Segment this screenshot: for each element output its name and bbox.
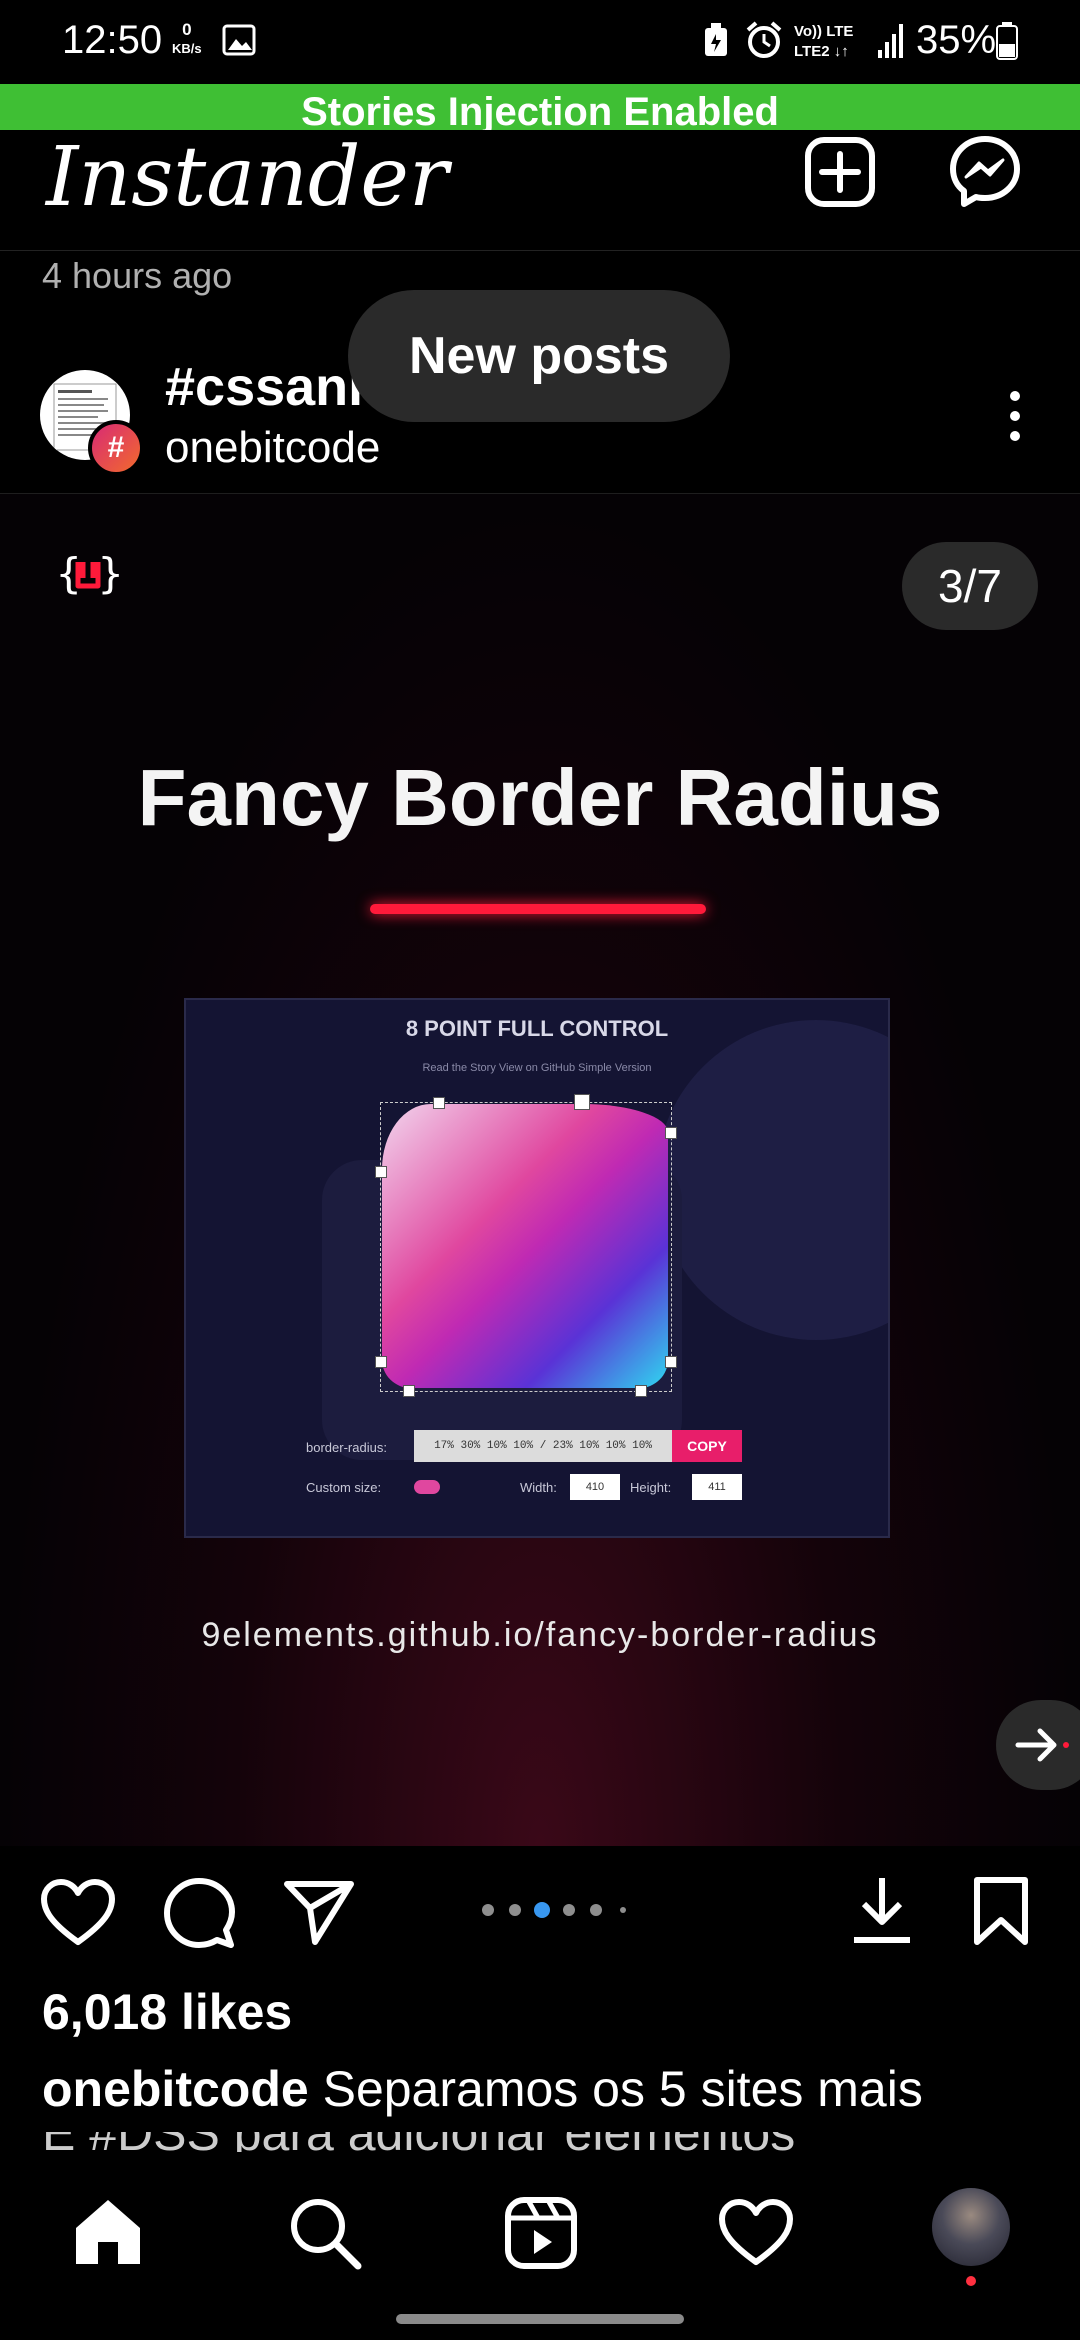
logo-icon: { } <box>56 549 120 598</box>
data-rate: 0 KB/s <box>172 20 202 58</box>
post-hashtag[interactable]: #cssani <box>165 356 363 418</box>
demo-heading: 8 POINT FULL CONTROL <box>405 1016 669 1041</box>
notification-dot <box>966 2276 976 2286</box>
bookmark-icon[interactable] <box>972 1876 1030 1946</box>
border-radius-value: 17% 30% 10% 10% / 23% 10% 10% 10% <box>414 1430 672 1462</box>
bottom-nav <box>0 2152 1080 2340</box>
banner-text: Stories Injection Enabled <box>301 90 779 130</box>
custom-size-toggle <box>414 1480 440 1494</box>
status-bar: 12:50 0 KB/s Vo)) LTE LTE2 ↓↑ 35% <box>0 0 1080 84</box>
caption-continuation-text: E #DSS para adicionar elementos <box>42 2132 1052 2152</box>
search-icon[interactable] <box>288 2196 362 2270</box>
plus-square-icon[interactable] <box>804 136 876 208</box>
svg-text:Vo)) LTE: Vo)) LTE <box>794 23 853 40</box>
demo-screenshot: 8 POINT FULL CONTROL Read the Story View… <box>184 998 890 1538</box>
height-field: 411 <box>692 1474 742 1500</box>
status-time: 12:50 <box>62 18 163 62</box>
carousel-dot <box>590 1904 602 1916</box>
carousel-dot <box>482 1904 494 1916</box>
carousel-indicator <box>482 1902 626 1918</box>
alarm-icon <box>746 21 782 58</box>
home-indicator[interactable] <box>396 2314 684 2324</box>
shape-handle <box>375 1356 387 1368</box>
caption-text: Separamos os 5 sites mais <box>322 2061 923 2117</box>
battery-icon <box>996 22 1018 60</box>
copy-button: COPY <box>672 1430 742 1462</box>
battery-level: 35% <box>916 18 997 62</box>
caption-continuation: E #DSS para adicionar elementos <box>42 2132 1052 2152</box>
data-rate-unit: KB/s <box>172 41 202 56</box>
shape-handle <box>433 1097 445 1109</box>
arrow-right-icon <box>1015 1728 1069 1762</box>
shape-handle <box>665 1127 677 1139</box>
more-vertical-icon[interactable] <box>1000 386 1030 446</box>
caption[interactable]: onebitcode Separamos os 5 sites mais <box>42 2060 1052 2120</box>
next-slide-button[interactable] <box>996 1700 1080 1790</box>
caption-username[interactable]: onebitcode <box>42 2061 309 2117</box>
carousel-dot <box>509 1904 521 1916</box>
download-icon[interactable] <box>852 1874 912 1946</box>
demo-links: Read the Story View on GitHub Simple Ver… <box>422 1062 652 1074</box>
slide-title: Fancy Border Radius <box>137 753 943 842</box>
svg-text:}: } <box>98 549 120 598</box>
slide-underline <box>370 904 706 914</box>
messenger-icon[interactable] <box>948 134 1022 208</box>
carousel-dot-active <box>534 1902 550 1918</box>
slide-counter: 3/7 <box>902 542 1038 630</box>
shape-frame <box>380 1102 672 1392</box>
width-field: 410 <box>570 1474 620 1500</box>
hashtag-badge-icon: # <box>88 420 144 476</box>
post-author[interactable]: onebitcode <box>165 423 380 473</box>
comment-icon[interactable] <box>162 1876 236 1950</box>
border-radius-label: border-radius: <box>306 1440 387 1455</box>
app-bar: Instander <box>0 130 1080 251</box>
signal-icon: Vo)) LTE LTE2 ↓↑ <box>794 23 903 60</box>
shape-handle <box>635 1385 647 1397</box>
shape-handle <box>375 1166 387 1178</box>
width-label: Width: <box>520 1480 557 1495</box>
height-label: Height: <box>630 1480 672 1495</box>
data-rate-value: 0 <box>182 20 192 39</box>
carousel-dot <box>563 1904 575 1916</box>
app-logo[interactable]: Instander <box>46 130 448 225</box>
reels-icon[interactable] <box>504 2196 578 2270</box>
slide-url: 9elements.github.io/fancy-border-radius <box>201 1616 879 1654</box>
avatar[interactable] <box>932 2188 1010 2266</box>
heart-icon[interactable] <box>40 1878 116 1948</box>
gallery-icon <box>222 24 256 56</box>
heart-icon[interactable] <box>718 2198 794 2268</box>
shape-handle <box>665 1356 677 1368</box>
carousel-dot <box>620 1907 626 1913</box>
svg-text:LTE2 ↓↑: LTE2 ↓↑ <box>794 43 849 60</box>
post-time: 4 hours ago <box>42 255 233 296</box>
home-icon[interactable] <box>72 2196 144 2268</box>
custom-size-label: Custom size: <box>306 1480 382 1495</box>
shape-handle <box>574 1094 590 1110</box>
likes-count[interactable]: 6,018 likes <box>42 1983 292 2041</box>
battery-saver-icon <box>705 23 727 56</box>
new-posts-pill[interactable]: New posts <box>348 290 730 422</box>
shape-handle <box>403 1385 415 1397</box>
send-icon[interactable] <box>282 1878 356 1946</box>
stories-injection-banner: Stories Injection Enabled <box>0 84 1080 130</box>
